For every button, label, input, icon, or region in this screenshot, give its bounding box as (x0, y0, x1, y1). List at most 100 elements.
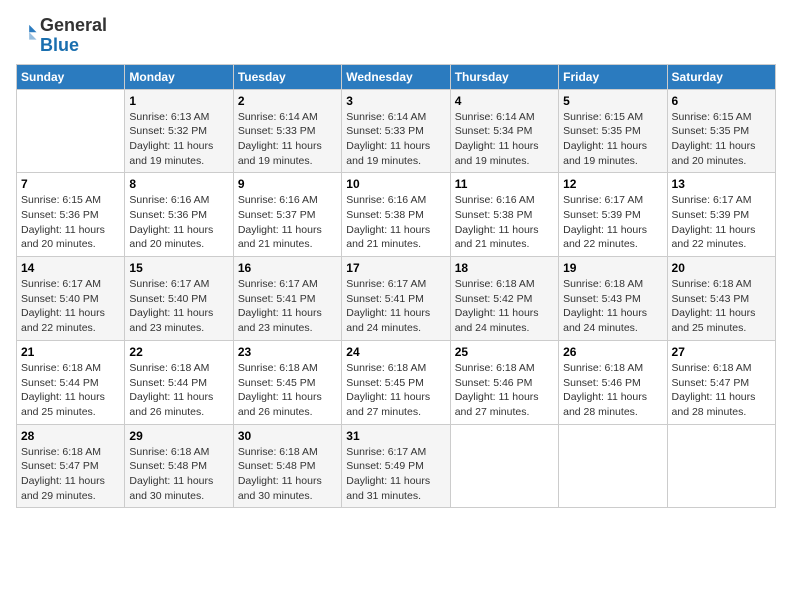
day-info: Sunrise: 6:18 AMSunset: 5:48 PMDaylight:… (129, 445, 228, 504)
day-number: 24 (346, 345, 445, 359)
logo-icon (16, 22, 38, 44)
header-cell-thursday: Thursday (450, 64, 558, 89)
day-number: 19 (563, 261, 662, 275)
day-cell: 29 Sunrise: 6:18 AMSunset: 5:48 PMDaylig… (125, 424, 233, 508)
header-cell-monday: Monday (125, 64, 233, 89)
day-number: 17 (346, 261, 445, 275)
day-number: 13 (672, 177, 771, 191)
week-row-4: 21 Sunrise: 6:18 AMSunset: 5:44 PMDaylig… (17, 340, 776, 424)
day-cell: 3 Sunrise: 6:14 AMSunset: 5:33 PMDayligh… (342, 89, 450, 173)
week-row-5: 28 Sunrise: 6:18 AMSunset: 5:47 PMDaylig… (17, 424, 776, 508)
day-number: 29 (129, 429, 228, 443)
day-cell: 17 Sunrise: 6:17 AMSunset: 5:41 PMDaylig… (342, 257, 450, 341)
day-number: 20 (672, 261, 771, 275)
day-cell: 25 Sunrise: 6:18 AMSunset: 5:46 PMDaylig… (450, 340, 558, 424)
day-number: 3 (346, 94, 445, 108)
day-info: Sunrise: 6:14 AMSunset: 5:33 PMDaylight:… (346, 110, 445, 169)
day-info: Sunrise: 6:15 AMSunset: 5:35 PMDaylight:… (672, 110, 771, 169)
day-number: 16 (238, 261, 337, 275)
day-info: Sunrise: 6:18 AMSunset: 5:47 PMDaylight:… (672, 361, 771, 420)
day-cell: 8 Sunrise: 6:16 AMSunset: 5:36 PMDayligh… (125, 173, 233, 257)
day-number: 26 (563, 345, 662, 359)
day-cell: 10 Sunrise: 6:16 AMSunset: 5:38 PMDaylig… (342, 173, 450, 257)
day-cell: 31 Sunrise: 6:17 AMSunset: 5:49 PMDaylig… (342, 424, 450, 508)
day-info: Sunrise: 6:18 AMSunset: 5:48 PMDaylight:… (238, 445, 337, 504)
day-number: 23 (238, 345, 337, 359)
day-number: 22 (129, 345, 228, 359)
day-number: 18 (455, 261, 554, 275)
day-cell: 18 Sunrise: 6:18 AMSunset: 5:42 PMDaylig… (450, 257, 558, 341)
day-info: Sunrise: 6:18 AMSunset: 5:46 PMDaylight:… (455, 361, 554, 420)
day-number: 1 (129, 94, 228, 108)
day-cell (450, 424, 558, 508)
logo-text-line1: General (40, 16, 107, 36)
logo-text-line2: Blue (40, 36, 107, 56)
day-number: 6 (672, 94, 771, 108)
day-number: 5 (563, 94, 662, 108)
day-info: Sunrise: 6:16 AMSunset: 5:38 PMDaylight:… (455, 193, 554, 252)
day-cell: 6 Sunrise: 6:15 AMSunset: 5:35 PMDayligh… (667, 89, 775, 173)
calendar-header-row: SundayMondayTuesdayWednesdayThursdayFrid… (17, 64, 776, 89)
day-info: Sunrise: 6:15 AMSunset: 5:36 PMDaylight:… (21, 193, 120, 252)
day-cell: 7 Sunrise: 6:15 AMSunset: 5:36 PMDayligh… (17, 173, 125, 257)
day-number: 11 (455, 177, 554, 191)
day-info: Sunrise: 6:18 AMSunset: 5:43 PMDaylight:… (563, 277, 662, 336)
day-number: 7 (21, 177, 120, 191)
day-info: Sunrise: 6:16 AMSunset: 5:37 PMDaylight:… (238, 193, 337, 252)
day-number: 27 (672, 345, 771, 359)
header-cell-sunday: Sunday (17, 64, 125, 89)
day-info: Sunrise: 6:17 AMSunset: 5:41 PMDaylight:… (238, 277, 337, 336)
day-cell: 11 Sunrise: 6:16 AMSunset: 5:38 PMDaylig… (450, 173, 558, 257)
week-row-3: 14 Sunrise: 6:17 AMSunset: 5:40 PMDaylig… (17, 257, 776, 341)
day-cell: 22 Sunrise: 6:18 AMSunset: 5:44 PMDaylig… (125, 340, 233, 424)
day-cell: 15 Sunrise: 6:17 AMSunset: 5:40 PMDaylig… (125, 257, 233, 341)
logo: General Blue (16, 16, 107, 56)
day-info: Sunrise: 6:17 AMSunset: 5:39 PMDaylight:… (672, 193, 771, 252)
header-cell-tuesday: Tuesday (233, 64, 341, 89)
day-number: 15 (129, 261, 228, 275)
day-number: 2 (238, 94, 337, 108)
day-info: Sunrise: 6:14 AMSunset: 5:34 PMDaylight:… (455, 110, 554, 169)
day-info: Sunrise: 6:17 AMSunset: 5:49 PMDaylight:… (346, 445, 445, 504)
week-row-2: 7 Sunrise: 6:15 AMSunset: 5:36 PMDayligh… (17, 173, 776, 257)
day-info: Sunrise: 6:18 AMSunset: 5:47 PMDaylight:… (21, 445, 120, 504)
day-number: 14 (21, 261, 120, 275)
day-number: 21 (21, 345, 120, 359)
day-info: Sunrise: 6:18 AMSunset: 5:42 PMDaylight:… (455, 277, 554, 336)
day-info: Sunrise: 6:14 AMSunset: 5:33 PMDaylight:… (238, 110, 337, 169)
day-number: 31 (346, 429, 445, 443)
day-cell (667, 424, 775, 508)
day-number: 25 (455, 345, 554, 359)
day-info: Sunrise: 6:18 AMSunset: 5:45 PMDaylight:… (238, 361, 337, 420)
day-info: Sunrise: 6:18 AMSunset: 5:44 PMDaylight:… (21, 361, 120, 420)
day-info: Sunrise: 6:18 AMSunset: 5:43 PMDaylight:… (672, 277, 771, 336)
day-cell: 9 Sunrise: 6:16 AMSunset: 5:37 PMDayligh… (233, 173, 341, 257)
day-cell: 21 Sunrise: 6:18 AMSunset: 5:44 PMDaylig… (17, 340, 125, 424)
day-number: 30 (238, 429, 337, 443)
day-cell: 20 Sunrise: 6:18 AMSunset: 5:43 PMDaylig… (667, 257, 775, 341)
header: General Blue (16, 16, 776, 56)
day-cell: 5 Sunrise: 6:15 AMSunset: 5:35 PMDayligh… (559, 89, 667, 173)
day-info: Sunrise: 6:18 AMSunset: 5:46 PMDaylight:… (563, 361, 662, 420)
day-cell: 1 Sunrise: 6:13 AMSunset: 5:32 PMDayligh… (125, 89, 233, 173)
day-info: Sunrise: 6:18 AMSunset: 5:44 PMDaylight:… (129, 361, 228, 420)
day-number: 9 (238, 177, 337, 191)
day-cell: 2 Sunrise: 6:14 AMSunset: 5:33 PMDayligh… (233, 89, 341, 173)
week-row-1: 1 Sunrise: 6:13 AMSunset: 5:32 PMDayligh… (17, 89, 776, 173)
day-number: 28 (21, 429, 120, 443)
day-number: 10 (346, 177, 445, 191)
day-cell: 16 Sunrise: 6:17 AMSunset: 5:41 PMDaylig… (233, 257, 341, 341)
day-cell: 4 Sunrise: 6:14 AMSunset: 5:34 PMDayligh… (450, 89, 558, 173)
header-cell-saturday: Saturday (667, 64, 775, 89)
day-cell: 27 Sunrise: 6:18 AMSunset: 5:47 PMDaylig… (667, 340, 775, 424)
header-cell-friday: Friday (559, 64, 667, 89)
day-cell: 19 Sunrise: 6:18 AMSunset: 5:43 PMDaylig… (559, 257, 667, 341)
day-cell: 14 Sunrise: 6:17 AMSunset: 5:40 PMDaylig… (17, 257, 125, 341)
day-cell: 30 Sunrise: 6:18 AMSunset: 5:48 PMDaylig… (233, 424, 341, 508)
day-cell: 28 Sunrise: 6:18 AMSunset: 5:47 PMDaylig… (17, 424, 125, 508)
day-info: Sunrise: 6:17 AMSunset: 5:40 PMDaylight:… (129, 277, 228, 336)
day-cell (17, 89, 125, 173)
header-cell-wednesday: Wednesday (342, 64, 450, 89)
day-cell: 13 Sunrise: 6:17 AMSunset: 5:39 PMDaylig… (667, 173, 775, 257)
calendar-table: SundayMondayTuesdayWednesdayThursdayFrid… (16, 64, 776, 509)
